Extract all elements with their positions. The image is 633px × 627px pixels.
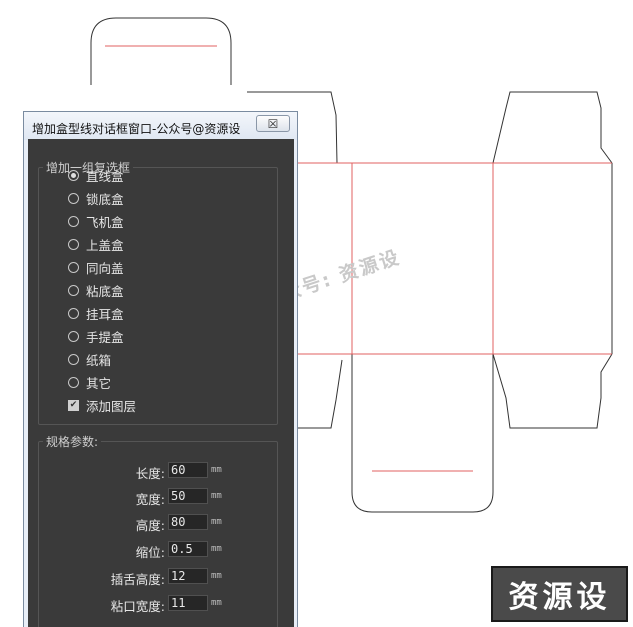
spec-params-legend: 规格参数:: [46, 435, 99, 449]
param-row-shrink: 缩位: 0.5 mm: [28, 541, 268, 560]
bottom-tuck-flap: [351, 354, 494, 513]
radio-button-selected[interactable]: [68, 169, 79, 181]
param-unit: mm: [211, 465, 222, 475]
param-label: 长度:: [135, 466, 165, 481]
close-icon: ☒: [267, 116, 279, 131]
height-input[interactable]: 80: [168, 514, 208, 530]
radio-button[interactable]: [68, 261, 79, 273]
radio-option-lock-bottom-box[interactable]: 锁底盒: [68, 189, 124, 207]
top-tuck-flap: [90, 17, 232, 85]
radio-option-hanger-box[interactable]: 挂耳盒: [68, 304, 124, 322]
radio-label: 飞机盒: [86, 214, 124, 230]
param-label: 粘口宽度:: [110, 599, 165, 614]
radio-button[interactable]: [68, 238, 79, 250]
param-row-tuck-height: 插舌高度: 12 mm: [28, 568, 268, 587]
lower-right-dust-flap: [492, 353, 613, 429]
radio-option-same-direction-lid[interactable]: 同向盖: [68, 258, 124, 276]
radio-button[interactable]: [68, 376, 79, 388]
radio-button[interactable]: [68, 353, 79, 365]
radio-button[interactable]: [68, 192, 79, 204]
param-label: 高度:: [135, 518, 165, 533]
radio-label: 同向盖: [86, 260, 124, 276]
dialog-title: 增加盒型线对话框窗口-公众号@资源设: [32, 122, 241, 136]
tuck-height-input[interactable]: 12: [168, 568, 208, 584]
dialog-titlebar[interactable]: 增加盒型线对话框窗口-公众号@资源设 ☒: [24, 112, 297, 140]
radio-label: 其它: [86, 375, 112, 391]
radio-label: 上盖盒: [86, 237, 124, 253]
add-layer-checkbox[interactable]: ✔: [68, 399, 79, 411]
radio-label: 手提盒: [86, 329, 124, 345]
radio-option-handle-box[interactable]: 手提盒: [68, 327, 124, 345]
param-unit: mm: [211, 571, 222, 581]
param-row-height: 高度: 80 mm: [28, 514, 268, 533]
radio-button[interactable]: [68, 284, 79, 296]
radio-button[interactable]: [68, 215, 79, 227]
close-button[interactable]: ☒: [256, 115, 290, 132]
radio-label: 挂耳盒: [86, 306, 124, 322]
param-unit: mm: [211, 517, 222, 527]
radio-option-carton[interactable]: 纸箱: [68, 350, 111, 368]
param-unit: mm: [211, 598, 222, 608]
add-layer-checkbox-row[interactable]: ✔ 添加图层: [68, 396, 136, 414]
upper-right-dust-flap: [492, 91, 613, 164]
brand-badge: 资源设: [491, 566, 628, 622]
param-unit: mm: [211, 544, 222, 554]
glue-width-input[interactable]: 11: [168, 595, 208, 611]
param-row-glue-width: 粘口宽度: 11 mm: [28, 595, 268, 614]
add-layer-label: 添加图层: [86, 398, 137, 414]
radio-label: 锁底盒: [86, 191, 124, 207]
param-row-width: 宽度: 50 mm: [28, 488, 268, 507]
param-row-length: 长度: 60 mm: [28, 462, 268, 481]
length-input[interactable]: 60: [168, 462, 208, 478]
shrink-input[interactable]: 0.5: [168, 541, 208, 557]
radio-option-glued-bottom-box[interactable]: 粘底盒: [68, 281, 124, 299]
add-box-line-dialog: 增加盒型线对话框窗口-公众号@资源设 ☒ 增加一组复选框 直线盒 锁底盒 飞机盒…: [23, 111, 298, 627]
param-label: 宽度:: [135, 492, 165, 507]
radio-label: 直线盒: [86, 168, 124, 184]
param-label: 插舌高度:: [110, 572, 165, 587]
param-label: 缩位:: [135, 545, 165, 560]
radio-option-other[interactable]: 其它: [68, 373, 111, 391]
brand-badge-text: 资源设: [508, 580, 611, 615]
radio-label: 纸箱: [86, 352, 112, 368]
radio-option-straight-box[interactable]: 直线盒: [68, 166, 124, 184]
glue-flap: [298, 359, 343, 429]
radio-option-airplane-box[interactable]: 飞机盒: [68, 212, 124, 230]
radio-button[interactable]: [68, 307, 79, 319]
dialog-panel: 增加一组复选框 直线盒 锁底盒 飞机盒 上盖盒 同向盖 粘底盒 挂耳盒 手提盒 …: [28, 139, 294, 627]
radio-button[interactable]: [68, 330, 79, 342]
width-input[interactable]: 50: [168, 488, 208, 504]
radio-option-top-lid-box[interactable]: 上盖盒: [68, 235, 124, 253]
radio-label: 粘底盒: [86, 283, 124, 299]
param-unit: mm: [211, 491, 222, 501]
